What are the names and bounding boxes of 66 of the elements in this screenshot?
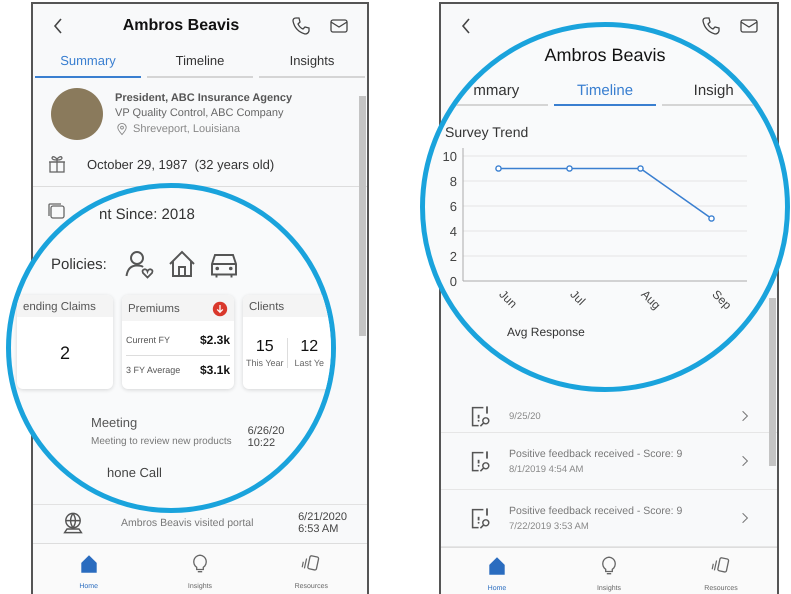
card-title: Premiums xyxy=(128,303,180,315)
card-title: ending Claims xyxy=(23,301,96,313)
scrollbar[interactable] xyxy=(769,298,776,466)
tab[interactable]: Summary xyxy=(35,48,141,78)
scrollbar[interactable] xyxy=(359,96,366,336)
policies-label: Policies: xyxy=(51,256,107,272)
phone-icon[interactable] xyxy=(291,16,311,36)
tab[interactable]: Insights xyxy=(259,48,365,78)
screen-title: Ambros Beavis xyxy=(543,45,667,66)
metric-label: This Year xyxy=(246,358,284,368)
x-tick-label: Sep xyxy=(709,287,734,312)
tab[interactable]: mmary xyxy=(445,78,548,106)
data-point xyxy=(495,165,502,172)
activity-time: 6:53 AM xyxy=(298,523,340,535)
activity-date: 6/21/2020 xyxy=(298,511,347,523)
x-tick-label: Jun xyxy=(496,287,520,311)
metric-label: Current FY xyxy=(126,334,170,345)
activity-description: Ambros Beavis visited portal xyxy=(121,517,254,529)
activity-title: Meeting xyxy=(91,415,138,430)
tab[interactable]: Insigh xyxy=(662,78,766,106)
cards-icon xyxy=(47,201,67,221)
metric-value: $2.3k xyxy=(200,332,230,347)
y-tick-label: 0 xyxy=(450,274,457,289)
y-tick-label: 8 xyxy=(450,174,457,189)
birthday: October 29, 1987 (32 years old) xyxy=(87,156,274,172)
card-value: 2 xyxy=(60,342,70,364)
account-since: nt Since: 2018 xyxy=(99,206,195,223)
feedback-date: 8/1/2019 4:54 AM xyxy=(509,464,584,474)
location-pin-icon xyxy=(115,122,129,136)
person-heart-icon xyxy=(124,249,155,279)
y-tick-label: 2 xyxy=(450,249,457,264)
avatar xyxy=(51,88,103,140)
data-point xyxy=(566,165,573,172)
metric-label: 3 FY Average xyxy=(126,365,180,376)
activity-title: hone Call xyxy=(106,465,163,480)
feedback-title: Positive feedback received - Score: 9 xyxy=(509,448,684,460)
y-tick-label: 10 xyxy=(442,149,457,164)
x-tick-label: Aug xyxy=(638,287,664,312)
list-header: Avg Response xyxy=(506,325,586,339)
job-title: President, ABC Insurance Agency xyxy=(115,92,292,104)
gift-icon xyxy=(47,154,67,174)
feedback-date: 9/25/20 xyxy=(509,410,542,422)
section-title: Survey Trend xyxy=(444,124,530,140)
activity-description: Meeting to review new products xyxy=(91,436,232,447)
house-icon xyxy=(166,249,197,279)
data-point xyxy=(637,165,644,172)
feedback-title: Positive feedback received - Score: 9 xyxy=(509,504,684,516)
y-tick-label: 6 xyxy=(450,199,457,214)
screen-title: Ambros Beavis xyxy=(122,17,240,35)
feedback-date: 7/22/2019 3:53 AM xyxy=(509,520,590,532)
globe-icon xyxy=(61,511,85,535)
data-point xyxy=(708,215,715,222)
metric-label: Last Ye xyxy=(294,358,324,368)
activity-time: 10:22 xyxy=(248,437,276,449)
phone-icon[interactable] xyxy=(701,16,721,36)
metric-value: $3.1k xyxy=(200,363,230,378)
metric-value: 15 xyxy=(256,338,274,356)
y-tick-label: 4 xyxy=(450,224,457,239)
job-role: VP Quality Control, ABC Company xyxy=(115,107,285,119)
tab[interactable]: Timeline xyxy=(554,78,656,106)
card-title: Clients xyxy=(249,301,284,313)
x-tick-label: Jul xyxy=(567,287,588,308)
tab[interactable]: Timeline xyxy=(147,48,253,78)
location: Shreveport, Louisiana xyxy=(133,123,240,135)
metric-value: 12 xyxy=(300,338,318,356)
activity-date: 6/26/20 xyxy=(248,425,284,437)
